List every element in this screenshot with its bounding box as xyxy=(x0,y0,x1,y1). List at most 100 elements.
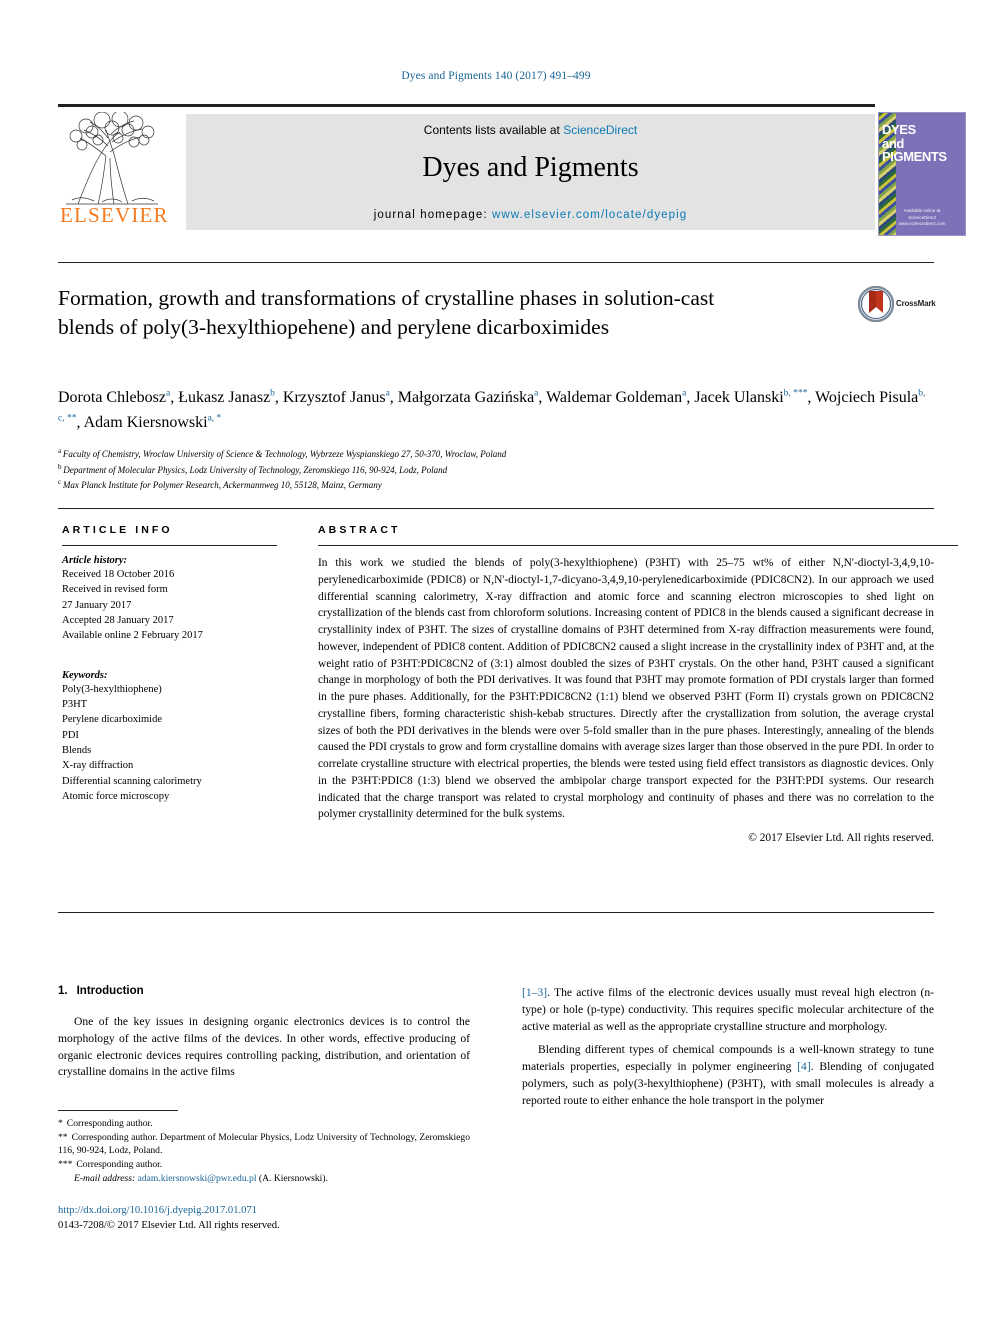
journal-cover-thumbnail: DYES and PIGMENTS Available online at Sc… xyxy=(878,112,966,236)
footnote-text: Corresponding author. xyxy=(66,1118,153,1129)
cover-footer-line2: ScienceDirect xyxy=(908,214,936,220)
title-divider xyxy=(58,262,934,263)
section-title: Introduction xyxy=(76,985,144,997)
author-affiliation-mark: b, *** xyxy=(783,388,808,399)
article-info-rule xyxy=(62,545,277,546)
crossmark-icon xyxy=(857,285,895,323)
article-history-item: Received 18 October 2016 xyxy=(62,569,175,580)
page-title: Formation, growth and transformations of… xyxy=(58,286,715,339)
keywords-block: Keywords: Poly(3-hexylthiophene) P3HT Pery… xyxy=(62,670,277,805)
abstract-copyright: © 2017 Elsevier Ltd. All rights reserved… xyxy=(748,832,934,845)
intro-paragraph-1-left: One of the key issues in designing organ… xyxy=(58,1014,470,1081)
email-label: E-mail address: xyxy=(74,1172,136,1184)
keyword-item[interactable]: Perylene dicarboximide xyxy=(62,712,277,727)
abstract-column: ABSTRACT In this work we studied the ble… xyxy=(318,524,958,845)
keyword-item[interactable]: P3HT xyxy=(62,697,277,712)
keyword-item[interactable]: Poly(3-hexylthiophene) xyxy=(62,682,277,697)
contents-prefix: Contents lists available at xyxy=(423,123,564,137)
footnote-mark: * xyxy=(58,1118,63,1129)
affiliation-text: Department of Molecular Physics, Lodz Un… xyxy=(63,464,448,475)
author-affiliation-mark: a xyxy=(385,388,390,399)
footnote-lines: * Corresponding author. ** Corresponding au… xyxy=(58,1117,470,1172)
footnote-item: * Corresponding author. xyxy=(58,1117,470,1131)
cover-footer: Available online at ScienceDirect www.sc… xyxy=(879,208,965,228)
corresponding-author-mark: *** xyxy=(793,388,808,399)
body-column-left: 1. Introduction One of the key issues in … xyxy=(58,985,470,1088)
footnote-item: *** Corresponding author. xyxy=(58,1158,470,1172)
keyword-item[interactable]: Atomic force microscopy xyxy=(62,789,277,804)
running-head: Dyes and Pigments 140 (2017) 491–499 xyxy=(401,70,591,82)
article-info-column: ARTICLE INFO Article history: Received 1… xyxy=(62,524,277,804)
doi-link[interactable]: http://dx.doi.org/10.1016/j.dyepig.2017.… xyxy=(58,1203,470,1218)
abstract-text: In this work we studied the blends of po… xyxy=(318,557,934,821)
intro-p1-cite[interactable]: [1–3] xyxy=(522,986,547,999)
footnote-rule xyxy=(58,1110,178,1111)
journal-homepage-line: journal homepage: www.elsevier.com/locat… xyxy=(186,209,875,221)
elsevier-logo: ELSEVIER xyxy=(58,112,176,230)
homepage-label: journal homepage: xyxy=(373,209,492,221)
corresponding-email-note: E-mail address: adam.kiersnowski@pwr.edu… xyxy=(74,1172,470,1186)
elsevier-wordmark: ELSEVIER xyxy=(60,203,169,227)
author-name[interactable]: Małgorzata Gazińska xyxy=(398,389,534,406)
keyword-item[interactable]: Blends xyxy=(62,743,277,758)
abstract-heading: ABSTRACT xyxy=(318,524,401,536)
footnote-block: * Corresponding author. ** Corresponding au… xyxy=(58,1110,470,1186)
article-page: Dyes and Pigments 140 (2017) 491–499 ELS… xyxy=(0,0,992,1323)
author-affiliation-mark: a xyxy=(534,388,539,399)
author-name[interactable]: Wojciech Pisula xyxy=(815,389,918,406)
affiliation-item: b Department of Molecular Physics, Lodz … xyxy=(58,462,934,478)
cover-title-line1: DYES xyxy=(882,122,916,137)
elsevier-tree-icon xyxy=(66,112,158,205)
abstract-band-top-rule xyxy=(58,508,934,509)
intro-p1-text-b: . The active films of the electronic dev… xyxy=(522,986,934,1033)
cover-footer-line3: www.sciencedirect.com xyxy=(898,221,946,227)
footnote-mark: *** xyxy=(58,1159,73,1171)
journal-title: Dyes and Pigments xyxy=(422,152,639,183)
author-list: Dorota Chlebosza, Łukasz Janaszb, Krzysz… xyxy=(58,388,926,431)
cover-title-line3: PIGMENTS xyxy=(882,149,947,165)
homepage-url-link[interactable]: www.elsevier.com/locate/dyepig xyxy=(492,209,687,221)
footnote-mark: ** xyxy=(58,1131,68,1143)
email-owner: (A. Kiersnowski). xyxy=(258,1172,328,1184)
footnote-text: Corresponding author. Department of Mole… xyxy=(58,1131,470,1157)
corresponding-author-mark: * xyxy=(216,413,222,424)
crossmark-label: CrossMark xyxy=(896,299,936,308)
sciencedirect-link[interactable]: ScienceDirect xyxy=(563,123,637,137)
keyword-item[interactable]: X-ray diffraction xyxy=(62,758,277,773)
cover-title-line2: and xyxy=(882,135,904,151)
affiliation-text: Max Planck Institute for Polymer Researc… xyxy=(62,480,382,491)
author-affiliation-mark: a xyxy=(165,388,171,399)
author-name[interactable]: Jacek Ulanski xyxy=(694,389,783,406)
affiliation-list: a Faculty of Chemistry, Wroclaw Universi… xyxy=(58,446,934,493)
keyword-item[interactable]: PDI xyxy=(62,728,277,743)
journal-masthead: ELSEVIER Contents lists available at Sci… xyxy=(58,104,966,236)
author-name[interactable]: Adam Kiersnowski xyxy=(84,414,208,431)
abstract-rule xyxy=(318,545,958,546)
cover-title: DYES and PIGMENTS xyxy=(882,123,960,164)
abstract-band-bottom-rule xyxy=(58,912,934,913)
section-heading-introduction: 1. Introduction xyxy=(58,985,470,997)
keywords-label: Keywords: xyxy=(62,669,108,681)
body-column-right: [1–3]. The active films of the electroni… xyxy=(522,985,934,1117)
section-number: 1. xyxy=(58,985,68,997)
affiliation-item: a Faculty of Chemistry, Wroclaw Universi… xyxy=(58,446,934,462)
corresponding-author-mark: ** xyxy=(66,413,77,424)
author-name[interactable]: Krzysztof Janus xyxy=(283,389,386,406)
intro-paragraph-1-right: [1–3]. The active films of the electroni… xyxy=(522,985,934,1035)
keyword-item[interactable]: Differential scanning calorimetry xyxy=(62,774,277,789)
author-name[interactable]: Waldemar Goldeman xyxy=(546,389,682,406)
author-affiliation-mark: a xyxy=(682,388,687,399)
crossmark-badge[interactable]: CrossMark xyxy=(857,285,936,326)
footnote-item: ** Corresponding author. Department of Mo… xyxy=(58,1131,470,1158)
author-affiliation-mark: b xyxy=(270,388,275,399)
author-name[interactable]: Łukasz Janasz xyxy=(178,389,270,406)
author-affiliation-mark: a, * xyxy=(207,413,222,424)
journal-banner: Contents lists available at ScienceDirec… xyxy=(186,114,875,230)
intro-paragraph-2: Blending different types of chemical com… xyxy=(522,1042,934,1109)
affiliation-item: c Max Planck Institute for Polymer Resea… xyxy=(58,477,934,493)
author-name[interactable]: Dorota Chlebosz xyxy=(58,389,166,406)
imprint-block: http://dx.doi.org/10.1016/j.dyepig.2017.… xyxy=(58,1203,470,1234)
article-history-item: Received in revised form xyxy=(62,584,168,596)
intro-p2-cite[interactable]: [4] xyxy=(797,1060,811,1073)
email-address-link[interactable]: adam.kiersnowski@pwr.edu.pl xyxy=(138,1173,257,1184)
